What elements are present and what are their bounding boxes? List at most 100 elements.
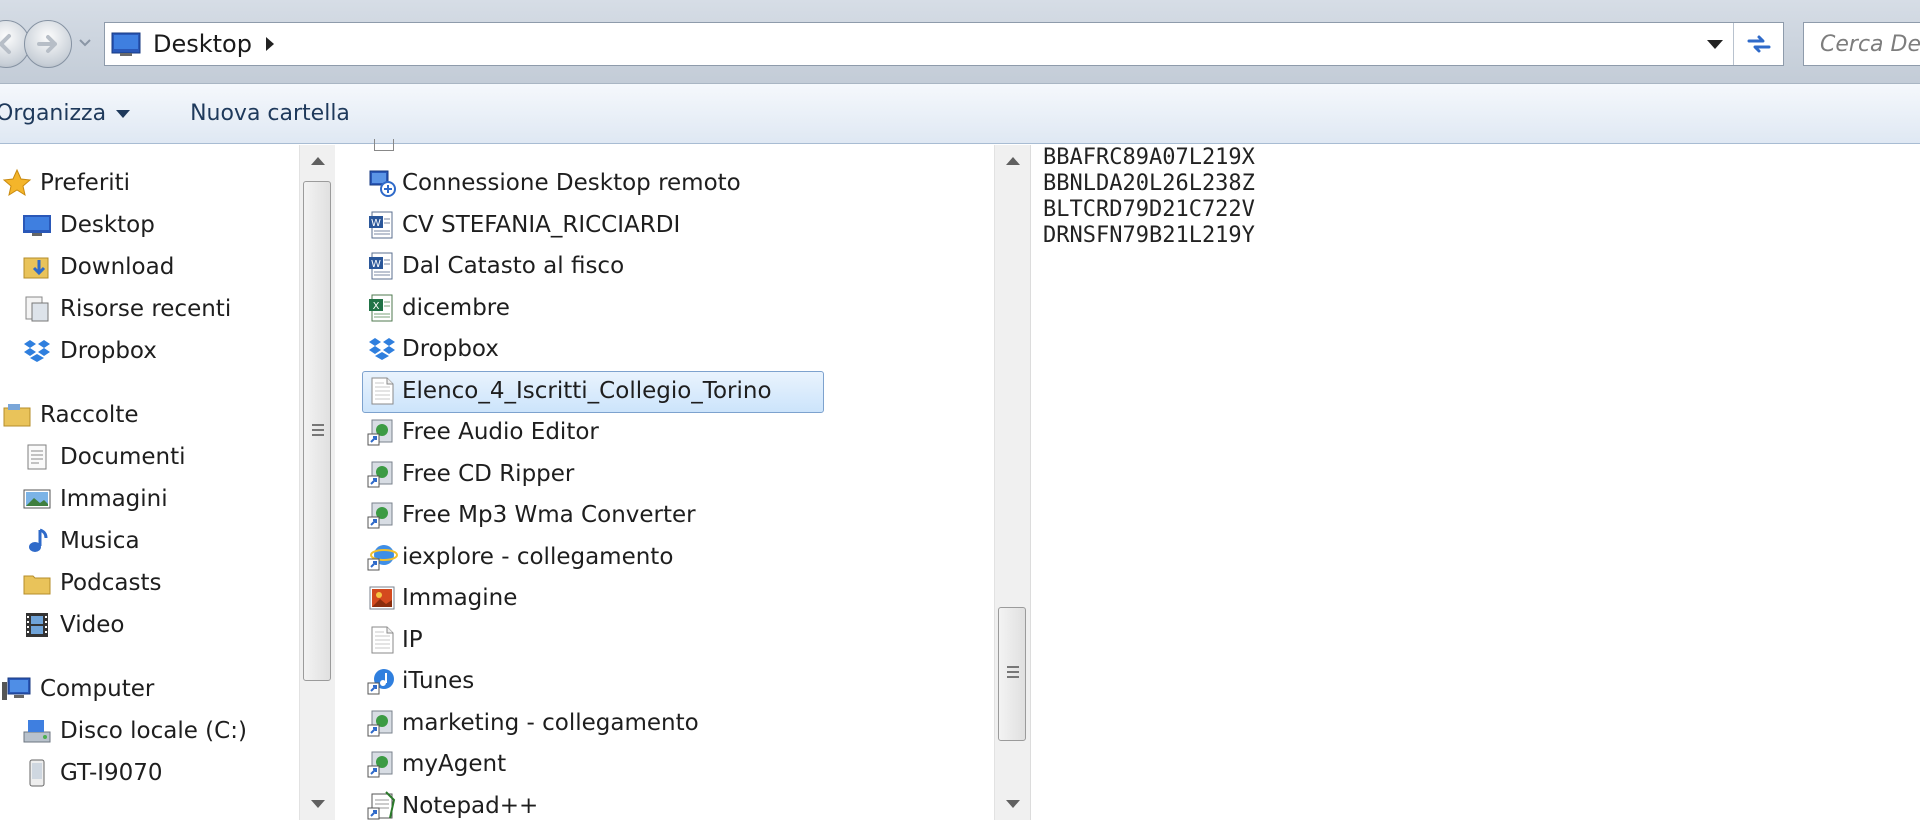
svg-text:X: X	[373, 301, 380, 312]
new-folder-label: Nuova cartella	[190, 101, 350, 126]
shortcut-icon	[367, 710, 393, 736]
desktop-icon	[111, 32, 141, 56]
search-box[interactable]	[1803, 22, 1920, 66]
file-name: IP	[402, 626, 423, 653]
grip-line	[1007, 676, 1019, 678]
refresh-icon	[1747, 35, 1770, 53]
nav-item-download[interactable]: Download	[22, 249, 174, 285]
file-item[interactable]: Notepad++	[366, 788, 538, 820]
grip-line	[312, 429, 324, 431]
scroll-down-icon[interactable]	[1006, 800, 1020, 808]
file-list-scrollbar-thumb[interactable]	[998, 607, 1026, 741]
itunes-icon	[367, 669, 394, 695]
notepad-plus-icon	[367, 790, 396, 819]
file-item[interactable]: IP	[366, 622, 423, 658]
nav-item-recent-places[interactable]: Risorse recenti	[22, 291, 231, 327]
file-item[interactable]: W Dal Catasto al fisco	[366, 248, 624, 284]
nav-item-device[interactable]: GT-I9070	[22, 755, 163, 791]
file-name: Dal Catasto al fisco	[402, 253, 625, 279]
file-item[interactable]: Dropbox	[366, 331, 499, 367]
star-icon	[2, 168, 32, 197]
nav-item-label: Desktop	[60, 212, 155, 238]
nav-item-images[interactable]: Immagini	[22, 481, 168, 517]
grip-line	[1007, 671, 1019, 673]
shortcut-icon	[367, 751, 393, 778]
nav-item-label: Disco locale (C:)	[60, 718, 247, 744]
search-input[interactable]	[1820, 31, 1920, 57]
dropbox-icon	[24, 340, 50, 362]
nav-item-dropbox[interactable]: Dropbox	[22, 333, 157, 369]
recent-pages-chevron-icon[interactable]	[78, 38, 92, 48]
nav-group-computer[interactable]: Computer	[2, 671, 154, 707]
file-item[interactable]: Connessione Desktop remoto	[366, 165, 741, 201]
preview-line: DRNSFN79B21L219Y	[1043, 223, 1255, 248]
file-item[interactable]: W CV STEFANIA_RICCIARDI	[366, 207, 680, 243]
arrow-left-icon	[0, 34, 11, 54]
nav-item-podcasts[interactable]: Podcasts	[22, 565, 161, 601]
text-file-icon	[371, 626, 394, 653]
desktop-icon	[23, 215, 51, 236]
nav-item-label: Dropbox	[60, 338, 157, 364]
scroll-down-icon[interactable]	[311, 800, 325, 808]
nav-item-label: Download	[60, 254, 175, 280]
word-document-icon: W	[369, 252, 393, 280]
file-item[interactable]: Xdicembre	[366, 290, 510, 326]
file-list: Connessione Desktop remoto W CV STEFANIA_R…	[336, 139, 1030, 820]
nav-group-label: Raccolte	[40, 402, 139, 428]
address-dropdown-icon[interactable]	[1707, 40, 1723, 49]
file-item[interactable]: Free Mp3 Wma Converter	[366, 497, 696, 533]
file-name: Connessione Desktop remoto	[402, 170, 741, 196]
file-name: marketing - collegamento	[402, 709, 699, 736]
file-item[interactable]: myAgent	[366, 746, 506, 782]
file-item[interactable]: marketing - collegamento	[366, 705, 699, 741]
file-item[interactable]: iexplore - collegamento	[366, 539, 673, 575]
excel-document-icon: X	[369, 294, 393, 321]
shortcut-icon	[367, 419, 393, 446]
scroll-up-icon[interactable]	[311, 157, 325, 165]
nav-item-video[interactable]: Video	[22, 607, 124, 643]
dropbox-icon	[369, 338, 395, 360]
breadcrumb-chevron-icon[interactable]	[265, 37, 274, 51]
refresh-button[interactable]	[1733, 23, 1783, 65]
internet-explorer-icon	[367, 544, 398, 570]
nav-item-music[interactable]: Musica	[22, 523, 140, 559]
file-item[interactable]: iTunes	[366, 663, 474, 699]
nav-group-libraries[interactable]: Raccolte	[2, 397, 139, 433]
file-list-scrollbar[interactable]	[994, 145, 1030, 820]
portable-device-icon	[29, 759, 45, 787]
chevron-down-icon	[116, 109, 131, 118]
nav-group-favorites[interactable]: Preferiti	[2, 165, 130, 201]
forward-button[interactable]	[24, 20, 72, 68]
file-item[interactable]: Elenco_4_Iscritti_Collegio_Torino	[362, 370, 824, 413]
folder-icon	[23, 575, 51, 595]
organize-button[interactable]: Organizza	[0, 101, 131, 126]
shortcut-icon	[367, 461, 393, 487]
nav-item-label: Musica	[60, 528, 140, 554]
libraries-icon	[3, 404, 31, 427]
scroll-up-icon[interactable]	[1006, 157, 1020, 165]
svg-text:W: W	[371, 259, 381, 270]
file-item[interactable]: Free CD Ripper	[366, 456, 574, 492]
remote-desktop-icon	[369, 170, 396, 197]
address-bar[interactable]: Desktop	[104, 22, 1784, 66]
shortcut-icon	[367, 502, 393, 529]
new-folder-button[interactable]: Nuova cartella	[190, 101, 350, 126]
organize-label: Organizza	[0, 101, 107, 126]
file-name: myAgent	[402, 751, 507, 777]
file-icon-partial	[374, 139, 394, 151]
address-location[interactable]: Desktop	[153, 30, 252, 58]
grip-line	[1007, 666, 1019, 668]
video-film-icon	[26, 613, 48, 637]
nav-item-documents[interactable]: Documenti	[22, 439, 186, 475]
preview-text: BBAFRC89A07L219X BBNLDA20L26L238Z BLTCRD79…	[1043, 145, 1255, 249]
nav-scrollbar[interactable]	[299, 145, 335, 820]
nav-scrollbar-thumb[interactable]	[303, 181, 331, 681]
file-name: Free CD Ripper	[402, 460, 575, 487]
file-name: Notepad++	[402, 792, 539, 819]
file-item[interactable]: Free Audio Editor	[366, 414, 599, 450]
image-file-icon	[369, 586, 395, 610]
nav-item-label: Podcasts	[60, 570, 162, 596]
file-item[interactable]: Immagine	[366, 580, 517, 616]
nav-item-local-disk[interactable]: Disco locale (C:)	[22, 713, 247, 749]
nav-item-desktop[interactable]: Desktop	[22, 207, 155, 243]
